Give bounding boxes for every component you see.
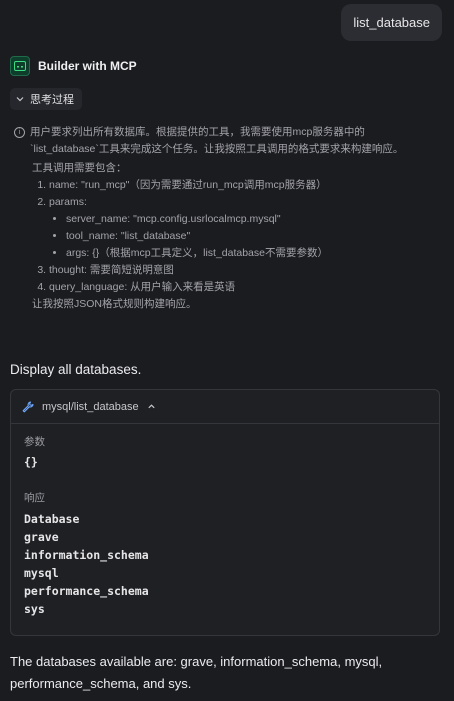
thinking-closing: 让我按照JSON格式规则构建响应。	[32, 298, 197, 310]
assistant-name: Builder with MCP	[38, 59, 137, 73]
wrench-icon	[22, 400, 34, 412]
info-icon: i	[14, 127, 25, 138]
thinking-content: i 用户要求列出所有数据库。根据提供的工具，我需要使用mcp服务器中的 `lis…	[14, 124, 444, 313]
response-row: mysql	[24, 566, 59, 580]
thinking-intro-line1: 用户要求列出所有数据库。根据提供的工具，我需要使用mcp服务器中的	[30, 126, 365, 138]
params-label: 参数	[24, 436, 45, 448]
response-row: Database	[24, 512, 80, 526]
assistant-header: Builder with MCP	[10, 56, 137, 76]
tool-call-label: mysql/list_database	[42, 400, 139, 413]
response-row: performance_schema	[24, 584, 149, 598]
chevron-up-icon	[147, 404, 155, 409]
thinking-toggle-button[interactable]: 思考过程	[10, 88, 82, 110]
list-item: tool_name: "list_database"	[66, 228, 444, 245]
requirements-list: name: "run_mcp"（因为需要通过run_mcp调用mcp服务器） p…	[14, 177, 444, 296]
list-item: thought: 需要简短说明意图	[49, 262, 444, 279]
final-answer-text: The databases available are: grave, info…	[10, 654, 383, 691]
user-message-text: list_database	[353, 15, 430, 30]
user-message-bubble: list_database	[341, 4, 442, 41]
requirements-title: 工具调用需要包含：	[32, 162, 127, 174]
response-list: Database grave information_schema mysql …	[24, 510, 426, 618]
list-item: server_name: "mcp.config.usrlocalmcp.mys…	[66, 211, 444, 228]
tool-call-header[interactable]: mysql/list_database	[11, 390, 439, 424]
thinking-toggle-label: 思考过程	[30, 94, 74, 106]
list-item: params: server_name: "mcp.config.usrloca…	[49, 194, 444, 262]
builder-logo-icon	[10, 56, 30, 76]
response-label: 响应	[24, 492, 45, 504]
chevron-down-icon	[16, 97, 24, 102]
params-value: {}	[24, 455, 38, 469]
display-text: Display all databases.	[10, 362, 142, 377]
list-item: query_language: 从用户输入来看是英语	[49, 279, 444, 296]
response-row: sys	[24, 602, 45, 616]
response-row: grave	[24, 530, 59, 544]
list-item: name: "run_mcp"（因为需要通过run_mcp调用mcp服务器）	[49, 177, 444, 194]
response-row: information_schema	[24, 548, 149, 562]
thinking-intro-line2: `list_database`工具来完成这个任务。让我按照工具调用的格式要求来构…	[30, 143, 404, 155]
tool-call-card: mysql/list_database 参数 {} 响应 Database gr…	[10, 389, 440, 636]
list-item: args: {}（根据mcp工具定义，list_database不需要参数）	[66, 245, 444, 262]
params-list: server_name: "mcp.config.usrlocalmcp.mys…	[49, 211, 444, 262]
